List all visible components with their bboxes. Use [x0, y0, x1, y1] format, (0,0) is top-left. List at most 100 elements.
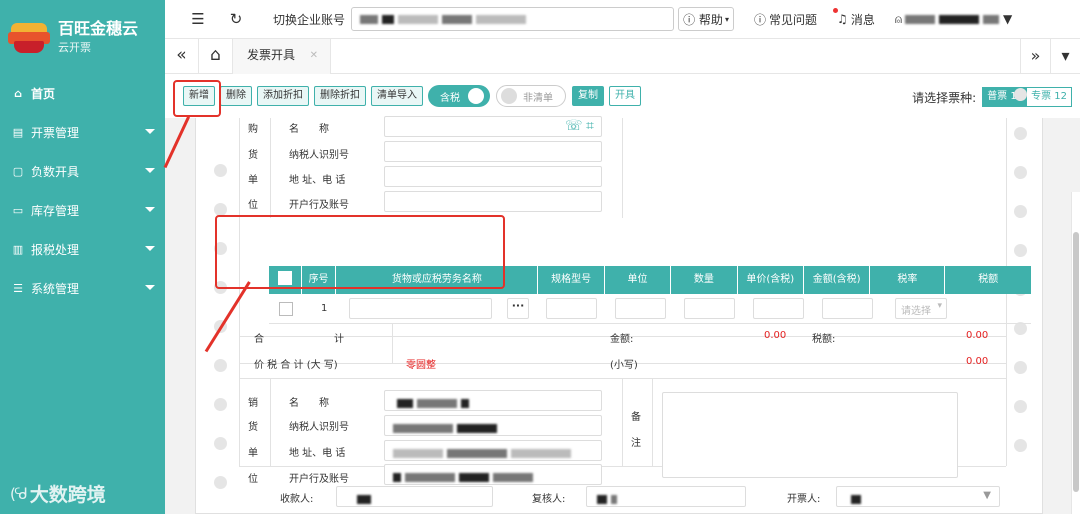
- non-list-toggle[interactable]: 非清单: [496, 85, 566, 107]
- import-list-button[interactable]: 清单导入: [371, 86, 423, 106]
- unit-input[interactable]: [615, 298, 666, 319]
- scrollbar-thumb[interactable]: [1073, 232, 1079, 492]
- col-header-tax: 税额: [978, 274, 999, 285]
- col-header-rate: 税率: [870, 266, 946, 294]
- seller-side-label: 货: [248, 422, 258, 433]
- invoice-form: 购 货 单 位 名 称 纳税人识别号 地 址、电 话 开户行及账号 ☏ ⌗ 序号…: [195, 88, 1043, 514]
- toggle-label: 非清单: [523, 92, 553, 104]
- row-checkbox[interactable]: [279, 302, 293, 316]
- payee-input[interactable]: [336, 486, 493, 507]
- buyer-side-label: 位: [248, 200, 258, 211]
- tab-label: 发票开具: [247, 47, 296, 62]
- more-icon[interactable]: ···: [507, 298, 529, 319]
- price-input[interactable]: [753, 298, 804, 319]
- buyer-address-input[interactable]: [384, 166, 602, 187]
- buyer-tax-id-input[interactable]: [384, 141, 602, 162]
- sidebar-item-label: 报税处理: [31, 243, 80, 257]
- copy-button[interactable]: 复制: [572, 86, 604, 106]
- sidebar-item-home[interactable]: ⌂ 首页: [0, 74, 165, 113]
- tabs-menu-icon[interactable]: ▾: [1050, 39, 1080, 74]
- sidebar-item-label: 库存管理: [31, 204, 80, 218]
- sidebar-item-tax[interactable]: ▥ 报税处理: [0, 230, 165, 269]
- seller-address-label: 地 址、电 话: [289, 448, 346, 459]
- ticket-type-label: 请选择票种:: [912, 90, 977, 105]
- messages-link[interactable]: ♫ 消息: [837, 11, 875, 28]
- tab-invoice-issue[interactable]: 发票开具 ✕: [233, 38, 331, 74]
- user-menu[interactable]: ⍝ ▼: [895, 12, 1012, 27]
- buyer-bank-input[interactable]: [384, 191, 602, 212]
- message-badge: [833, 8, 838, 13]
- delete-discount-button[interactable]: 删除折扣: [314, 86, 366, 106]
- brand-name: 百旺金穗云: [58, 19, 139, 38]
- toolbar: 新增 删除 添加折扣 删除折扣 清单导入 含税 非清单 复制 开具 请选择票种:…: [165, 74, 1080, 118]
- seller-address-input[interactable]: [384, 440, 602, 461]
- document-icon: ▢: [12, 165, 24, 178]
- payee-label: 收款人:: [280, 494, 314, 505]
- help-dropdown[interactable]: ⓘ 帮助 ▾: [678, 7, 735, 31]
- scan-icon[interactable]: ⌗: [586, 118, 594, 134]
- remark-label: 注: [631, 438, 641, 449]
- refresh-icon[interactable]: ↻: [221, 10, 251, 28]
- seller-name-input[interactable]: [384, 390, 602, 411]
- close-icon[interactable]: ✕: [310, 39, 318, 72]
- sidebar-item-inventory[interactable]: ▭ 库存管理: [0, 191, 165, 230]
- seller-tax-id-label: 纳税人识别号: [289, 422, 349, 433]
- delete-button[interactable]: 删除: [220, 86, 252, 106]
- menu-toggle-icon[interactable]: ☰: [183, 10, 213, 28]
- home-tab-icon[interactable]: ⌂: [199, 38, 233, 74]
- add-discount-button[interactable]: 添加折扣: [257, 86, 309, 106]
- buyer-tax-id-label: 纳税人识别号: [289, 150, 349, 161]
- tax-included-toggle[interactable]: 含税: [428, 85, 490, 107]
- drawer-select[interactable]: ▼: [836, 486, 1000, 507]
- table-row: 1 ··· 请选择 ▾: [269, 294, 1031, 324]
- sidebar-item-label: 系统管理: [31, 282, 80, 296]
- seller-tax-id-input[interactable]: [384, 415, 602, 436]
- settings-icon: ☰: [13, 282, 23, 295]
- tabs-prev-icon[interactable]: «: [165, 38, 199, 74]
- reviewer-input[interactable]: [586, 486, 746, 507]
- highlight-goods-row: [215, 215, 505, 289]
- remark-textarea[interactable]: [662, 392, 958, 478]
- caret-down-icon: [145, 129, 155, 134]
- goods-name-input[interactable]: [349, 298, 492, 319]
- toggle-knob: [468, 88, 484, 104]
- total-amount-label: 金额:: [610, 334, 634, 345]
- caret-down-icon: ▼: [1003, 12, 1013, 26]
- amount-input[interactable]: [822, 298, 873, 319]
- grand-total-upper: 零圆整: [406, 360, 436, 371]
- tax-rate-select[interactable]: 请选择 ▾: [895, 298, 947, 319]
- tabs-next-icon[interactable]: »: [1020, 39, 1050, 74]
- seller-name-label: 名 称: [289, 398, 329, 409]
- ticket-type-selector: 请选择票种: 普票 15 专票 12: [912, 87, 1072, 107]
- scrollbar[interactable]: [1071, 192, 1080, 514]
- seller-side-label: 销: [248, 398, 258, 409]
- seller-bank-input[interactable]: [384, 464, 602, 485]
- toggle-label: 含税: [440, 92, 460, 104]
- contact-card-icon[interactable]: ☏: [565, 118, 583, 134]
- sidebar-item-system[interactable]: ☰ 系统管理: [0, 269, 165, 308]
- company-select[interactable]: [351, 7, 675, 31]
- reviewer-label: 复核人:: [532, 494, 566, 505]
- tab-bar: « ⌂ 发票开具 ✕ » ▾: [165, 38, 1080, 74]
- buyer-name-label: 名 称: [289, 124, 329, 135]
- question-icon: ⓘ: [754, 12, 767, 27]
- sidebar-item-invoice[interactable]: ▤ 开票管理: [0, 113, 165, 152]
- caret-down-icon: [145, 285, 155, 290]
- spec-input[interactable]: [546, 298, 597, 319]
- sidebar: 百旺金穗云 云开票 ⌂ 首页 ▤ 开票管理 ▢ 负数开具 ▭ 库存管理 ▥ 报税处理 ☰ 系…: [0, 0, 165, 514]
- messages-label: 消息: [850, 12, 875, 27]
- tax-rate-placeholder: 请选择: [901, 306, 931, 317]
- sidebar-item-negative[interactable]: ▢ 负数开具: [0, 152, 165, 191]
- ticket-type-special[interactable]: 专票 12: [1027, 88, 1071, 106]
- caret-down-icon: [145, 207, 155, 212]
- sidebar-item-label: 开票管理: [31, 126, 80, 140]
- qty-input[interactable]: [684, 298, 735, 319]
- user-icon: ⍝: [894, 11, 903, 26]
- switch-company-label: 切换企业账号: [273, 12, 346, 27]
- issue-button[interactable]: 开具: [609, 86, 641, 106]
- faq-label: 常见问题: [769, 12, 818, 27]
- caret-down-icon: [145, 246, 155, 251]
- faq-link[interactable]: ⓘ 常见问题: [754, 11, 817, 28]
- buyer-address-label: 地 址、电 话: [289, 175, 346, 186]
- annotation-arrow: [163, 116, 191, 169]
